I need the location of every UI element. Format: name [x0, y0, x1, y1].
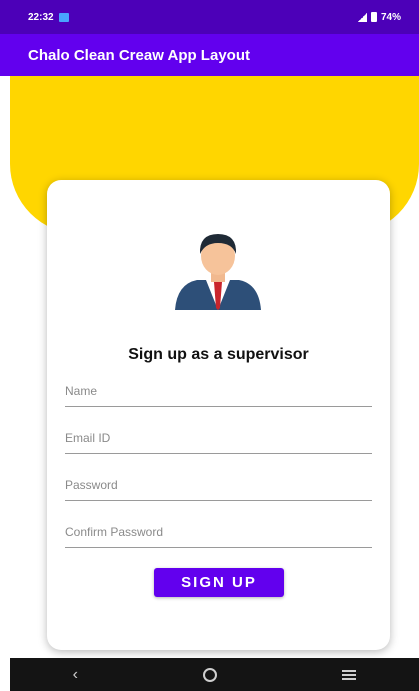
- confirm-password-input[interactable]: [65, 516, 372, 547]
- home-icon[interactable]: [203, 667, 218, 682]
- status-time: 22:32: [28, 11, 54, 23]
- status-left: 22:32: [28, 12, 69, 23]
- notification-icon: [58, 12, 69, 22]
- email-field: [65, 422, 372, 454]
- navigation-bar: ‹: [10, 658, 419, 691]
- name-input[interactable]: [65, 375, 372, 406]
- name-field: [65, 375, 372, 407]
- recent-apps-icon[interactable]: [342, 669, 357, 680]
- app-title: Chalo Clean Creaw App Layout: [28, 46, 250, 64]
- email-input[interactable]: [65, 422, 372, 453]
- sign-up-button[interactable]: SIGN UP: [154, 568, 284, 597]
- form-heading: Sign up as a supervisor: [128, 346, 309, 363]
- confirm-password-field: [65, 516, 372, 548]
- battery-percent: 74%: [380, 11, 401, 23]
- supervisor-avatar-icon: [175, 234, 261, 310]
- status-right: 74%: [357, 11, 401, 23]
- signal-icon: [357, 12, 367, 22]
- password-input[interactable]: [65, 469, 372, 500]
- battery-icon: [370, 12, 377, 22]
- back-icon[interactable]: ‹: [73, 666, 78, 684]
- password-field: [65, 469, 372, 501]
- signup-card: Sign up as a supervisor SIGN UP: [47, 180, 390, 650]
- app-bar: Chalo Clean Creaw App Layout: [0, 34, 419, 76]
- status-bar: 22:32 74%: [0, 0, 419, 34]
